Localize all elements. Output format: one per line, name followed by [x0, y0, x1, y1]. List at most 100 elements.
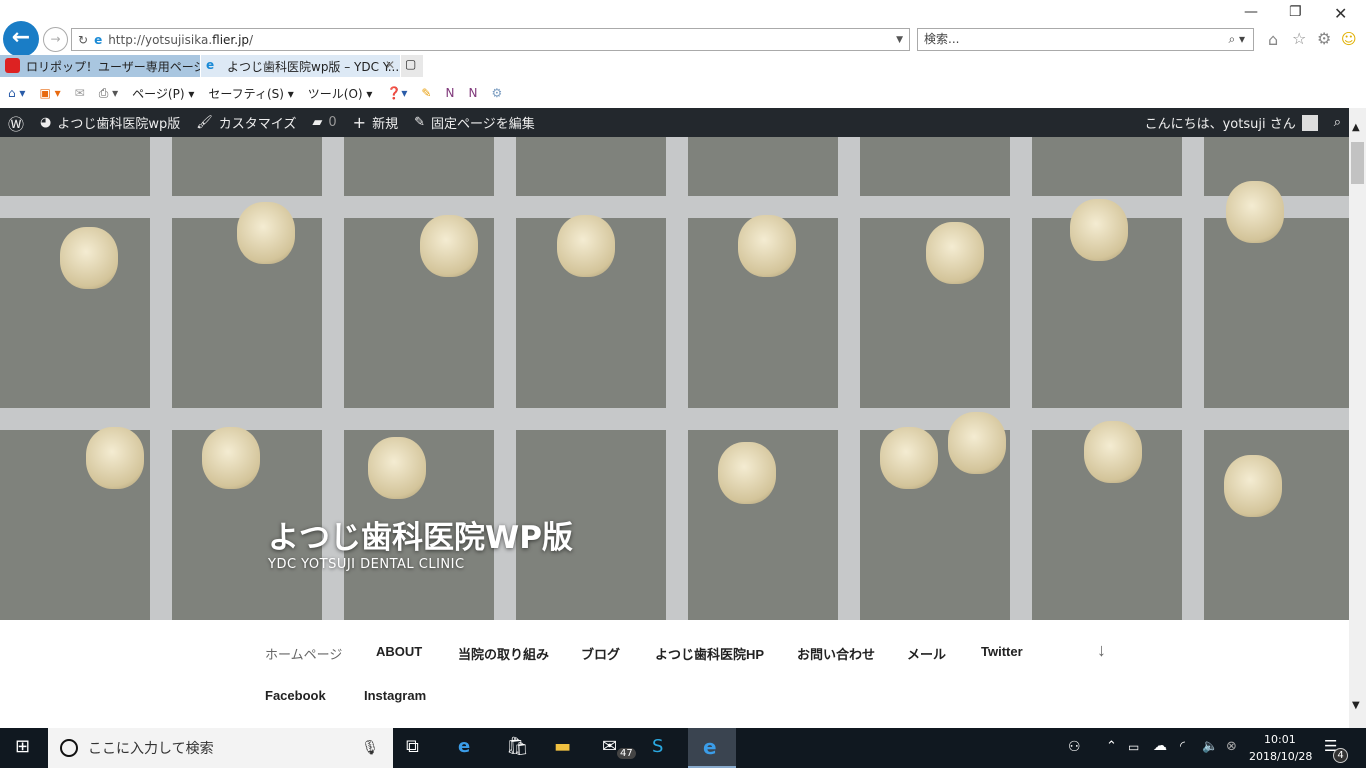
battery-icon[interactable]: ▭ [1128, 740, 1139, 754]
print-icon[interactable]: ⎙ ▾ [99, 86, 118, 101]
search-icon[interactable]: ⌕ ▾ [1228, 29, 1245, 50]
url-domain: flier.jp [212, 32, 250, 47]
file-explorer-icon[interactable]: ▬ [554, 736, 571, 757]
tab-lolipop[interactable]: ロリポップ！ユーザー専用ページ - ... [0, 55, 200, 77]
new-link[interactable]: + 新規 [345, 113, 406, 132]
pencil-icon: ✎ [414, 115, 425, 130]
restore-button[interactable]: ❐ [1289, 4, 1302, 20]
home-icon[interactable]: ⌂ [1268, 30, 1278, 49]
nav-mail[interactable]: メール [907, 644, 946, 663]
nav-facebook[interactable]: Facebook [265, 688, 326, 703]
scrollbar-thumb[interactable] [1351, 142, 1364, 184]
tools-menu[interactable]: ツール(O) ▾ [308, 85, 373, 102]
site-title[interactable]: よつじ歯科医院WP版 [268, 512, 573, 557]
windows-start-icon[interactable]: ⊞ [15, 736, 30, 757]
mail-icon[interactable]: ✉ [75, 86, 85, 100]
error-x-icon[interactable]: ⊗ [1226, 739, 1237, 754]
store-icon[interactable]: 🛍 [506, 736, 529, 757]
site-tagline: YDC YOTSUJI DENTAL CLINIC [268, 557, 465, 572]
search-placeholder: 検索... [924, 32, 960, 46]
close-window-button[interactable]: ✕ [1334, 4, 1347, 23]
forward-button[interactable]: → [43, 27, 68, 52]
minimize-button[interactable]: — [1244, 4, 1258, 20]
microphone-icon[interactable]: 🎙 [361, 740, 379, 756]
comments-link[interactable]: ▰ 0 [304, 115, 344, 130]
scroll-down-arrow-icon[interactable]: ▼ [1352, 700, 1360, 711]
safety-menu-label: セーフティ(S) [208, 86, 284, 101]
refresh-icon[interactable]: ↻ [78, 33, 88, 47]
back-button[interactable]: ← [3, 21, 39, 57]
nav-contact[interactable]: お問い合わせ [797, 644, 875, 663]
favorites-star-icon[interactable]: ☆ [1292, 29, 1306, 48]
nav-twitter[interactable]: Twitter [981, 644, 1023, 659]
search-input[interactable]: 検索... ⌕ ▾ [917, 28, 1254, 51]
page-menu[interactable]: ページ(P) ▾ [132, 85, 194, 102]
tab-yotsuji[interactable]: e よつじ歯科医院wp版 – YDC Y... ✕ [201, 55, 400, 77]
tooth [86, 427, 144, 489]
home-icon[interactable]: ⌂ ▾ [8, 86, 25, 100]
onedrive-cloud-icon[interactable]: ☁ [1153, 738, 1167, 754]
brush-icon: 🖌 [196, 115, 213, 130]
ie-icon: e [94, 32, 103, 47]
clock-time[interactable]: 10:01 [1264, 733, 1296, 746]
wordpress-logo-icon[interactable]: Ⓦ [0, 111, 32, 135]
smiley-feedback-icon[interactable]: ☺ [1341, 30, 1357, 48]
tooth [738, 215, 796, 277]
clock-date[interactable]: 2018/10/28 [1249, 750, 1312, 763]
wifi-icon[interactable]: ◜ [1180, 739, 1185, 754]
customize-link[interactable]: 🖌 カスタマイズ [188, 113, 304, 132]
cortana-circle-icon [60, 739, 78, 757]
address-bar[interactable]: ↻ e http://yotsujisika.flier.jp/ ▼ [71, 28, 910, 51]
nav-blog[interactable]: ブログ [581, 644, 620, 663]
edit-page-label: 固定ページを編集 [431, 117, 535, 132]
scroll-up-arrow-icon[interactable]: ▲ [1352, 122, 1360, 133]
tooth [948, 412, 1006, 474]
account-link[interactable]: こんにちは、yotsuji さん [1137, 113, 1326, 132]
nav-about[interactable]: ABOUT [376, 644, 422, 659]
people-icon[interactable]: ⚇ [1068, 739, 1081, 755]
address-dropdown-icon[interactable]: ▼ [896, 35, 903, 45]
nav-instagram[interactable]: Instagram [364, 688, 426, 703]
pen-icon[interactable]: ✎ [421, 86, 431, 100]
new-label: 新規 [372, 117, 399, 132]
scroll-down-arrow-icon[interactable]: ↓ [1097, 640, 1106, 661]
volume-icon[interactable]: 🔈 [1202, 739, 1218, 754]
url-prefix: http://yotsujisika. [108, 32, 213, 47]
windows-taskbar: ⊞ ここに入力して検索 🎙 ⧉ e 🛍 ▬ ✉ 47 S e ⚇ ⌃ ▭ ☁ ◜… [0, 728, 1366, 768]
nav-home[interactable]: ホームページ [265, 644, 342, 663]
admin-site-link[interactable]: ◕ よつじ歯科医院wp版 [32, 113, 188, 132]
rss-feed-icon[interactable]: ▣ ▾ [39, 86, 60, 100]
tooth-tray-photo [0, 137, 1349, 620]
vertical-scrollbar[interactable]: ▲ ▼ [1349, 108, 1366, 728]
settings-gear-icon[interactable]: ⚙ [491, 86, 502, 100]
task-view-icon[interactable]: ⧉ [406, 736, 419, 757]
page-menu-label: ページ(P) [132, 86, 185, 101]
edge-icon[interactable]: e [458, 736, 470, 757]
help-icon[interactable]: ❓▾ [386, 86, 407, 100]
customize-label: カスタマイズ [218, 117, 297, 132]
show-hidden-icons-chevron[interactable]: ⌃ [1106, 739, 1117, 754]
skype-icon[interactable]: S [652, 736, 663, 757]
taskbar-search-input[interactable]: ここに入力して検索 🎙 [48, 728, 393, 768]
admin-site-label: よつじ歯科医院wp版 [57, 117, 181, 132]
tooth [237, 202, 295, 264]
tooth [718, 442, 776, 504]
nav-initiatives[interactable]: 当院の取り組み [458, 644, 549, 663]
mail-app-icon[interactable]: ✉ [602, 736, 617, 757]
hero-header-image: よつじ歯科医院WP版 YDC YOTSUJI DENTAL CLINIC [0, 137, 1349, 620]
nav-clinic-hp[interactable]: よつじ歯科医院HP [655, 644, 764, 663]
settings-gear-icon[interactable]: ⚙ [1317, 29, 1331, 48]
safety-menu[interactable]: セーフティ(S) ▾ [208, 85, 293, 102]
new-tab-button[interactable]: ▢ [401, 55, 423, 77]
onenote-link-icon[interactable]: N [468, 86, 477, 100]
browser-chrome: ← → ↻ e http://yotsujisika.flier.jp/ ▼ 検… [0, 0, 1366, 57]
close-tab-icon[interactable]: ✕ [385, 58, 395, 72]
search-icon[interactable]: ⌕ [1326, 115, 1349, 130]
tooth [420, 215, 478, 277]
mail-badge: 47 [617, 748, 636, 759]
notification-count-badge: 4 [1333, 748, 1348, 763]
edit-page-link[interactable]: ✎ 固定ページを編集 [406, 113, 543, 132]
tools-menu-label: ツール(O) [307, 86, 363, 101]
onenote-send-icon[interactable]: N [445, 86, 454, 100]
ie-taskbar-button[interactable]: e [688, 728, 736, 768]
